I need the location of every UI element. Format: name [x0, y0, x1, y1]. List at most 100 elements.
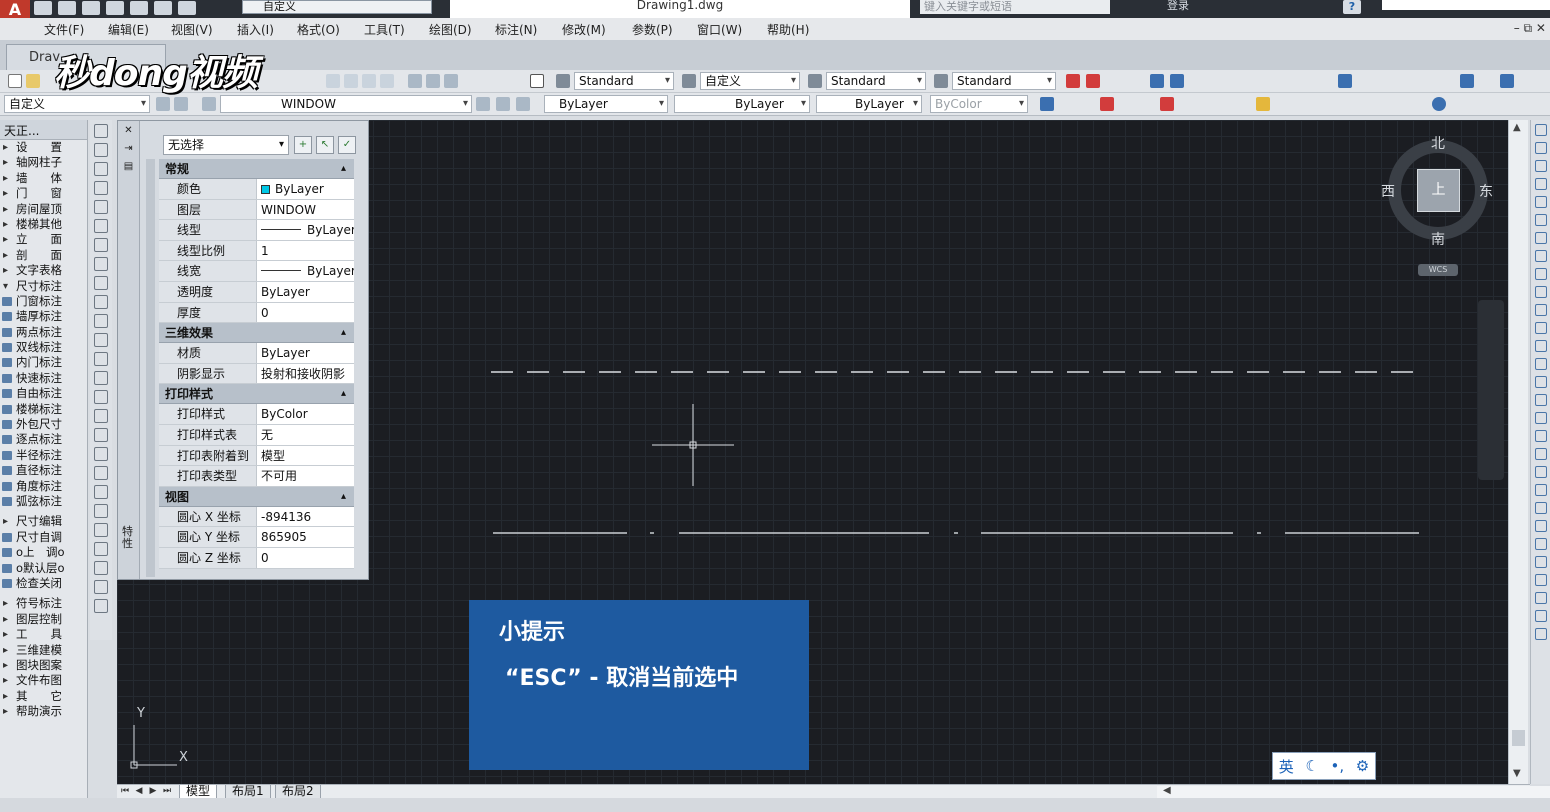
property-row[interactable]: 材质 ByLayer: [159, 343, 354, 364]
tianzheng-menu-item[interactable]: 符号标注: [0, 596, 87, 611]
tianzheng-menu-item[interactable]: 立 面: [0, 232, 87, 247]
tianzheng-menu-item[interactable]: 图块图案: [0, 658, 87, 673]
property-value[interactable]: WINDOW: [257, 199, 354, 220]
menu-help[interactable]: 帮助(H): [767, 21, 809, 38]
tianzheng-menu-item[interactable]: 文字表格: [0, 263, 87, 278]
tianzheng-menu-item[interactable]: 尺寸编辑: [0, 514, 87, 529]
print-icon[interactable]: [130, 1, 148, 15]
property-value[interactable]: ByLayer: [257, 261, 354, 281]
draw-tool-icon[interactable]: [94, 124, 108, 138]
draw-tool-icon[interactable]: [94, 466, 108, 480]
tianzheng-menu-item[interactable]: 楼梯其他: [0, 217, 87, 232]
tianzheng-menu-item[interactable]: 三维建模: [0, 643, 87, 658]
property-value[interactable]: 865905: [257, 527, 354, 547]
menu-edit[interactable]: 编辑(E): [108, 21, 149, 38]
tab-model[interactable]: 模型: [179, 785, 218, 799]
tianzheng-menu-item[interactable]: 其 它: [0, 689, 87, 704]
property-section-header[interactable]: 视图: [159, 486, 354, 507]
next-tab-icon[interactable]: ▶: [147, 785, 159, 798]
dim-style-dropdown[interactable]: Standard: [826, 72, 926, 90]
property-row[interactable]: 圆心 X 坐标 -894136: [159, 506, 354, 528]
tianzheng-tool-icon[interactable]: [1040, 97, 1054, 111]
tianzheng-menu-item[interactable]: 尺寸标注: [0, 279, 87, 294]
property-value[interactable]: ByColor: [257, 404, 354, 424]
modify-tool-icon[interactable]: [1534, 358, 1547, 370]
close-icon[interactable]: ✕: [122, 125, 136, 137]
scroll-left-icon[interactable]: ◀: [1163, 785, 1171, 796]
workspace-dropdown[interactable]: 自定义: [242, 0, 432, 14]
palette-scrollbar[interactable]: [146, 159, 155, 577]
help-button[interactable]: ?: [1343, 0, 1361, 14]
annotation-scale-icon[interactable]: [682, 74, 696, 88]
tianzheng-menu-item[interactable]: 外包尺寸: [0, 417, 87, 432]
modify-tool-icon[interactable]: [1534, 538, 1547, 550]
menu-dimension[interactable]: 标注(N): [495, 21, 537, 38]
new-file-icon[interactable]: [34, 1, 52, 15]
modify-tool-icon[interactable]: [1534, 556, 1547, 568]
draw-tool-icon[interactable]: [94, 371, 108, 385]
zoom-realtime-icon[interactable]: [344, 74, 358, 88]
tianzheng-menu-item[interactable]: 墙 体: [0, 171, 87, 186]
ime-status-bar[interactable]: 英 ☾ •, ⚙: [1272, 752, 1376, 780]
draw-tool-icon[interactable]: [94, 599, 108, 613]
vertical-scrollbar[interactable]: ▲ ▼: [1508, 120, 1528, 784]
compass-east[interactable]: 东: [1479, 181, 1493, 201]
properties-icon[interactable]: [408, 74, 422, 88]
draw-tool-icon[interactable]: [94, 504, 108, 518]
modify-tool-icon[interactable]: [1534, 340, 1547, 352]
dimension-tool-icon[interactable]: [1338, 74, 1352, 88]
property-row[interactable]: 图层 WINDOW: [159, 199, 354, 221]
help-icon[interactable]: [530, 74, 544, 88]
viewcube-top-face[interactable]: 上: [1417, 169, 1460, 212]
save-icon[interactable]: [82, 1, 100, 15]
wcs-menu[interactable]: WCS: [1418, 264, 1458, 276]
property-row[interactable]: 圆心 Z 坐标 0: [159, 547, 354, 569]
draw-tool-icon[interactable]: [94, 238, 108, 252]
window-controls[interactable]: [1382, 0, 1550, 10]
first-tab-icon[interactable]: ⏮: [119, 785, 131, 798]
property-row[interactable]: 线宽 ByLayer: [159, 261, 354, 282]
modify-tool-icon[interactable]: [1534, 484, 1547, 496]
tianzheng-menu-item[interactable]: 内门标注: [0, 355, 87, 370]
menu-window[interactable]: 窗口(W): [697, 21, 742, 38]
draw-tool-icon[interactable]: [94, 162, 108, 176]
tianzheng-menu-item[interactable]: 房间屋顶: [0, 202, 87, 217]
tianzheng-menu-item[interactable]: 设 置: [0, 140, 87, 155]
property-value[interactable]: ByLayer: [257, 179, 354, 199]
draw-tool-icon[interactable]: [94, 314, 108, 328]
property-row[interactable]: 线型比例 1: [159, 240, 354, 262]
draw-tool-icon[interactable]: [94, 295, 108, 309]
property-row[interactable]: 颜色 ByLayer: [159, 179, 354, 200]
menu-modify[interactable]: 修改(M): [562, 21, 606, 38]
tianzheng-menu-item[interactable]: o上 调o: [0, 545, 87, 560]
modify-tool-icon[interactable]: [1534, 322, 1547, 334]
dim-style-icon[interactable]: [808, 74, 822, 88]
property-row[interactable]: 厚度 0: [159, 302, 354, 324]
modify-tool-icon[interactable]: [1534, 502, 1547, 514]
draw-tool-icon[interactable]: [94, 390, 108, 404]
menu-draw[interactable]: 绘图(D): [429, 21, 472, 38]
modify-tool-icon[interactable]: [1534, 142, 1547, 154]
viewcube[interactable]: 上 北 南 东 西 WCS: [1380, 130, 1496, 290]
tianzheng-menu-item[interactable]: 快速标注: [0, 371, 87, 386]
draw-tool-icon[interactable]: [94, 200, 108, 214]
save-as-icon[interactable]: [106, 1, 124, 15]
settings-icon[interactable]: ⚙: [1356, 757, 1369, 775]
horizontal-scrollbar[interactable]: ◀ ▶: [1157, 785, 1550, 798]
tianzheng-menu-item[interactable]: 文件布图: [0, 673, 87, 688]
undo-icon[interactable]: [154, 1, 172, 15]
layer-previous-icon[interactable]: [496, 97, 510, 111]
redo-icon[interactable]: [178, 1, 196, 15]
tianzheng-tool-icon[interactable]: [1432, 97, 1446, 111]
table-style-icon[interactable]: [934, 74, 948, 88]
tianzheng-tool-icon[interactable]: [1100, 97, 1114, 111]
property-section-header[interactable]: 三维效果: [159, 323, 354, 344]
tianzheng-tool-icon[interactable]: [1160, 97, 1174, 111]
tianzheng-menu-item[interactable]: 楼梯标注: [0, 402, 87, 417]
compass-south[interactable]: 南: [1431, 229, 1445, 249]
palette-properties-icon[interactable]: ▤: [122, 161, 136, 173]
modify-tool-icon[interactable]: [1534, 376, 1547, 388]
last-tab-icon[interactable]: ⏭: [161, 785, 173, 798]
draw-tool-icon[interactable]: [94, 333, 108, 347]
modify-tool-icon[interactable]: [1534, 628, 1547, 640]
